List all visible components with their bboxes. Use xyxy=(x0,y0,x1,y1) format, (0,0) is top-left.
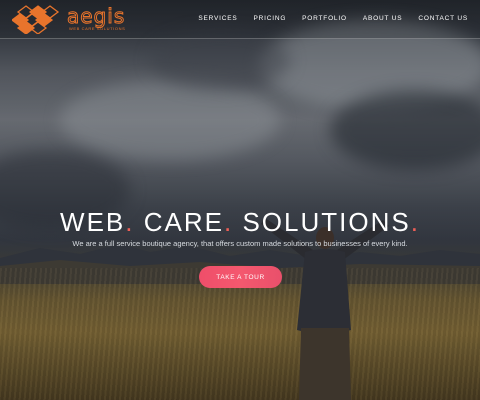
nav-contact-us[interactable]: CONTACT US xyxy=(418,15,468,22)
headline-word: CARE xyxy=(134,207,224,238)
nav-pricing[interactable]: PRICING xyxy=(253,15,286,22)
headline-dot: . xyxy=(125,207,135,238)
headline-dot: . xyxy=(223,207,234,238)
main-nav: SERVICES PRICING PORTFOLIO ABOUT US CONT… xyxy=(182,15,468,22)
hero-background xyxy=(0,0,480,400)
take-a-tour-button[interactable]: TAKE A TOUR xyxy=(199,266,282,288)
hero-headline: WEB. CARE. SOLUTIONS. xyxy=(0,207,480,238)
nav-portfolio[interactable]: PORTFOLIO xyxy=(302,15,347,22)
brand-tagline: WEB CARE SOLUTIONS xyxy=(69,26,126,31)
cloud xyxy=(60,80,280,160)
nav-services[interactable]: SERVICES xyxy=(198,15,237,22)
cloud xyxy=(330,90,480,170)
nav-about-us[interactable]: ABOUT US xyxy=(363,15,403,22)
headline-dot: . xyxy=(410,207,420,238)
cloud xyxy=(150,30,290,90)
navbar: aegis WEB CARE SOLUTIONS SERVICES PRICIN… xyxy=(0,0,480,39)
logo-diamond-icon xyxy=(10,5,60,35)
brand-logo[interactable]: aegis WEB CARE SOLUTIONS xyxy=(10,4,132,35)
headline-word: SOLUTIONS xyxy=(233,207,411,238)
headline-word: WEB xyxy=(60,207,126,238)
brand-name: aegis xyxy=(66,4,126,29)
hero-subline: We are a full service boutique agency, t… xyxy=(72,238,408,248)
